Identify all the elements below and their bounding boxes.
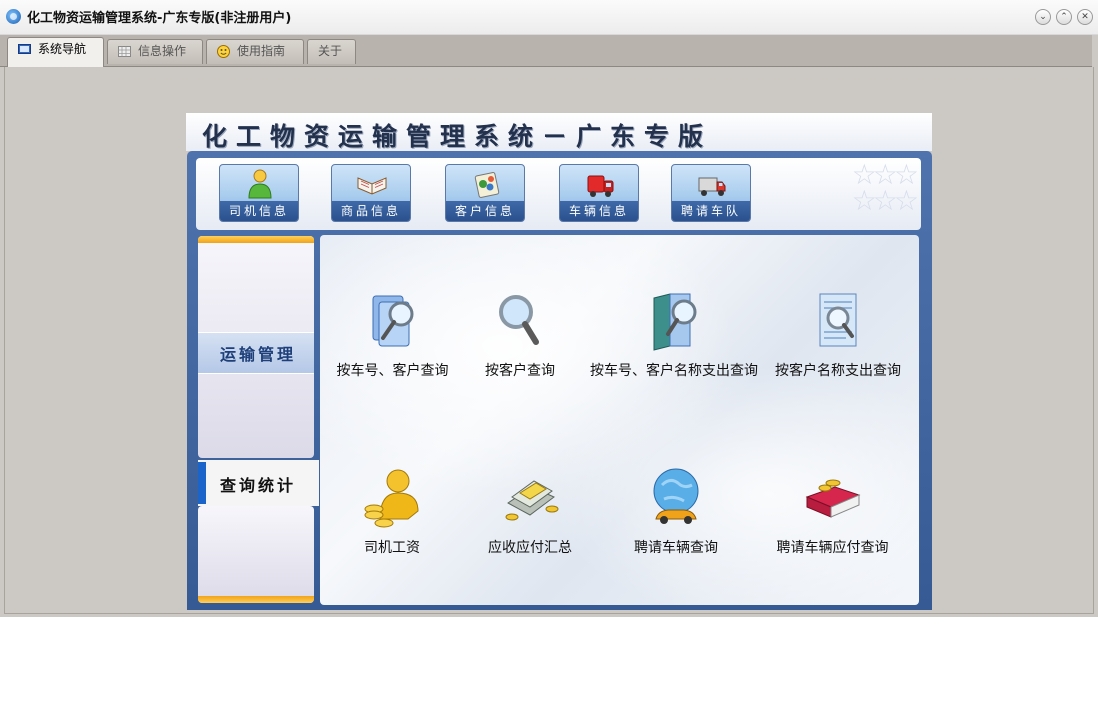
minimize-button[interactable]: ⌄	[1035, 9, 1051, 25]
selected-indicator	[198, 462, 206, 504]
document-magnifier-icon	[372, 295, 413, 347]
toolbar-button-label: 司机信息	[220, 201, 298, 221]
tab-label: 关于	[318, 44, 343, 58]
expense-query-by-plate-customer-item[interactable]: 按车号、客户名称支出查询	[584, 290, 764, 380]
title-bar: 化工物资运输管理系统-广东专版(非注册用户) ⌄ ⌃ ✕	[0, 0, 1098, 35]
query-by-customer-item[interactable]: 按客户查询	[470, 290, 570, 380]
smiley-icon	[217, 45, 230, 58]
close-button[interactable]: ✕	[1077, 9, 1093, 25]
toolbar-button-label: 车辆信息	[560, 201, 638, 221]
hired-vehicle-payable-query-item[interactable]: 聘请车辆应付查询	[765, 467, 900, 557]
item-label: 按客户名称支出查询	[775, 363, 901, 379]
sidebar-accent-bar	[198, 236, 314, 243]
system-banner: 化工物资运输管理系统－广东专版	[186, 113, 932, 151]
maximize-button[interactable]: ⌃	[1056, 9, 1072, 25]
quick-toolbar: ☆☆☆ ☆☆☆ 司机信息 商品信息 客户信息 车辆信息 聘请车队	[196, 158, 921, 230]
sidebar-lower-panel	[198, 506, 314, 603]
query-by-plate-customer-item[interactable]: 按车号、客户查询	[330, 290, 455, 380]
item-label: 按客户查询	[485, 363, 555, 379]
item-label: 应收应付汇总	[488, 540, 572, 556]
goods-info-button[interactable]: 商品信息	[331, 164, 411, 222]
hired-vehicle-query-item[interactable]: 聘请车辆查询	[620, 467, 732, 557]
tab-info-operation[interactable]: 信息操作	[107, 39, 203, 64]
hired-truck-icon	[698, 177, 726, 196]
expense-query-by-customer-item[interactable]: 按客户名称支出查询	[768, 290, 908, 380]
item-label: 聘请车辆查询	[634, 540, 718, 556]
customer-map-icon	[474, 172, 500, 198]
vehicle-info-button[interactable]: 车辆信息	[559, 164, 639, 222]
star-decoration-icon: ☆☆☆ ☆☆☆	[851, 158, 919, 217]
sidebar-item-transport-management[interactable]: 运输管理	[198, 332, 314, 374]
tab-strip: 系统导航 信息操作 使用指南 关于	[0, 35, 1092, 67]
toolbar-button-label: 客户信息	[446, 201, 524, 221]
monitor-icon	[18, 44, 31, 54]
driver-info-button[interactable]: 司机信息	[219, 164, 299, 222]
hire-fleet-button[interactable]: 聘请车队	[671, 164, 751, 222]
open-book-icon	[357, 177, 387, 195]
tab-label: 信息操作	[138, 44, 187, 58]
item-label: 按车号、客户名称支出查询	[590, 363, 758, 379]
tab-label: 使用指南	[237, 44, 286, 58]
item-label: 聘请车辆应付查询	[776, 540, 889, 556]
money-stack-icon	[505, 480, 559, 521]
sidebar-upper-panel: 运输管理	[198, 236, 314, 458]
magnifier-icon	[499, 295, 539, 345]
application-window: 化工物资运输管理系统-广东专版(非注册用户) ⌄ ⌃ ✕ 系统导航 信息操作 使…	[0, 0, 1098, 617]
function-content-area: 按车号、客户查询 按客户查询 按车号、客户名称支出查询 按客户名称支出查询 司机…	[320, 235, 919, 605]
toolbar-button-label: 商品信息	[332, 201, 410, 221]
page-magnifier-icon	[819, 293, 857, 347]
driver-person-icon	[248, 169, 272, 199]
globe-car-icon	[653, 468, 699, 524]
app-logo-icon	[6, 9, 21, 24]
book-coins-icon	[805, 479, 860, 518]
receivable-payable-summary-item[interactable]: 应收应付汇总	[470, 467, 590, 557]
tab-user-guide[interactable]: 使用指南	[206, 39, 304, 64]
tab-system-navigation[interactable]: 系统导航	[7, 37, 104, 67]
toolbar-button-label: 聘请车队	[672, 201, 750, 221]
binder-magnifier-icon	[653, 293, 697, 351]
customer-info-button[interactable]: 客户信息	[445, 164, 525, 222]
sidebar-item-query-statistics[interactable]: 查询统计	[198, 460, 319, 506]
driver-salary-item[interactable]: 司机工资	[342, 467, 442, 557]
item-label: 按车号、客户查询	[336, 363, 449, 379]
window-title: 化工物资运输管理系统-广东专版(非注册用户)	[27, 11, 292, 26]
coins-person-icon	[364, 469, 419, 528]
red-truck-icon	[587, 175, 614, 197]
tab-about[interactable]: 关于	[307, 39, 356, 64]
sidebar-item-label: 运输管理	[220, 345, 297, 364]
tab-label: 系统导航	[38, 42, 87, 56]
sidebar-item-label: 查询统计	[220, 476, 297, 495]
item-label: 司机工资	[364, 540, 420, 556]
banner-title: 化工物资运输管理系统－广东专版	[202, 122, 713, 151]
grid-icon	[118, 46, 131, 57]
sidebar-accent-bar	[198, 596, 314, 603]
